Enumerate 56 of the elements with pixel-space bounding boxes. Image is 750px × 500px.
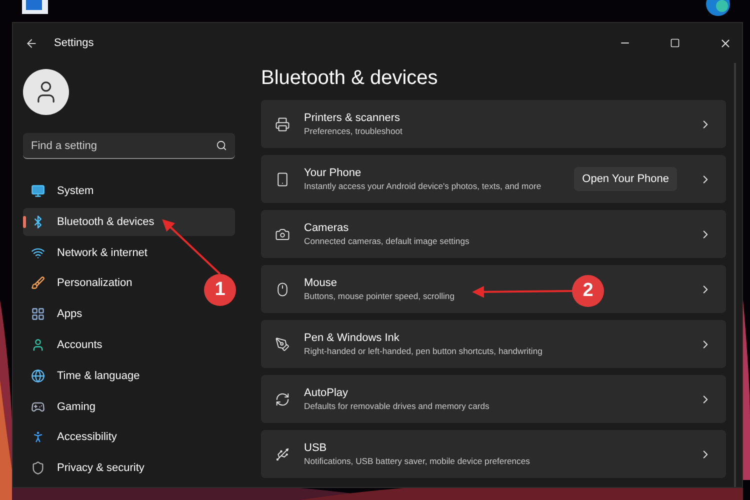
sidebar-item[interactable]: Privacy & security	[23, 454, 152, 482]
sidebar-item[interactable]: Personalization	[23, 269, 140, 298]
card-title: Pen & Windows Ink	[304, 332, 400, 344]
globe-icon	[31, 368, 45, 383]
sidebar-item[interactable]: Bluetooth & devices	[23, 208, 235, 236]
monitor-icon	[31, 184, 45, 198]
settings-card[interactable]: AutoPlay Defaults for removable drives and memory cards	[261, 375, 726, 423]
accessibility-icon	[31, 430, 45, 444]
settings-card[interactable]: Your Phone Instantly access your Android device's photos, texts, and more Open Your Phone	[261, 155, 726, 203]
sidebar-item[interactable]: Time & language	[23, 362, 148, 390]
sidebar-item[interactable]: Accounts	[23, 330, 110, 359]
sidebar-item[interactable]: System	[23, 177, 102, 205]
sidebar-item[interactable]: Gaming	[23, 392, 104, 421]
annotation-arrow	[162, 219, 221, 275]
avatar[interactable]	[23, 69, 69, 115]
close-icon	[718, 36, 732, 50]
card-subtitle: Right-handed or left-handed, pen button shortcuts, handwriting	[304, 346, 542, 356]
sidebar-item[interactable]: Apps	[23, 300, 90, 328]
search-field[interactable]: Find a setting	[23, 133, 235, 159]
card-subtitle: Buttons, mouse pointer speed, scrolling	[304, 291, 454, 301]
sidebar-item[interactable]: Network & internet	[23, 238, 156, 267]
open-phone-button[interactable]: Open Your Phone	[574, 167, 677, 191]
card-title: Cameras	[304, 222, 349, 234]
card-subtitle: Connected cameras, default image settings	[304, 236, 470, 246]
grid-icon	[31, 307, 45, 322]
search-icon	[216, 140, 227, 151]
person-icon	[31, 338, 45, 352]
sidebar-item[interactable]: Accessibility	[23, 423, 125, 452]
camera-icon	[275, 226, 290, 242]
maximize-icon	[670, 38, 680, 48]
card-title: Your Phone	[304, 167, 362, 179]
shield-icon	[31, 461, 45, 476]
back-button[interactable]	[25, 36, 38, 50]
card-title: Printers & scanners	[304, 112, 400, 124]
card-title: Mouse	[304, 277, 338, 289]
settings-card[interactable]: Cameras Connected cameras, default image settings	[261, 210, 726, 258]
phone-icon	[275, 172, 290, 186]
gamepad-icon	[31, 400, 45, 414]
card-subtitle: Preferences, troubleshoot	[304, 126, 402, 136]
settings-card[interactable]: USB Notifications, USB battery saver, mobile device preferences	[261, 430, 726, 478]
wifi-icon	[31, 246, 45, 260]
usb-icon	[275, 446, 290, 462]
settings-card[interactable]: Printers & scanners Preferences, troubleshoot	[261, 100, 726, 148]
card-subtitle: Defaults for removable drives and memory cards	[304, 401, 490, 411]
card-title: AutoPlay	[304, 387, 348, 399]
window-title: Settings	[54, 37, 95, 49]
brush-icon	[31, 276, 45, 290]
page-title: Bluetooth & devices	[261, 67, 439, 90]
card-subtitle: Notifications, USB battery saver, mobile device preferences	[304, 456, 530, 466]
mouse-icon	[275, 282, 290, 296]
card-subtitle: Instantly access your Android device's photos, texts, and more	[304, 181, 542, 191]
autoplay-icon	[275, 392, 290, 406]
card-title: USB	[304, 442, 327, 454]
pen-icon	[275, 336, 290, 352]
printer-icon	[275, 116, 290, 132]
settings-card[interactable]: Pen & Windows Ink Right-handed or left-handed, pen button shortcuts, handwriting	[261, 320, 726, 368]
